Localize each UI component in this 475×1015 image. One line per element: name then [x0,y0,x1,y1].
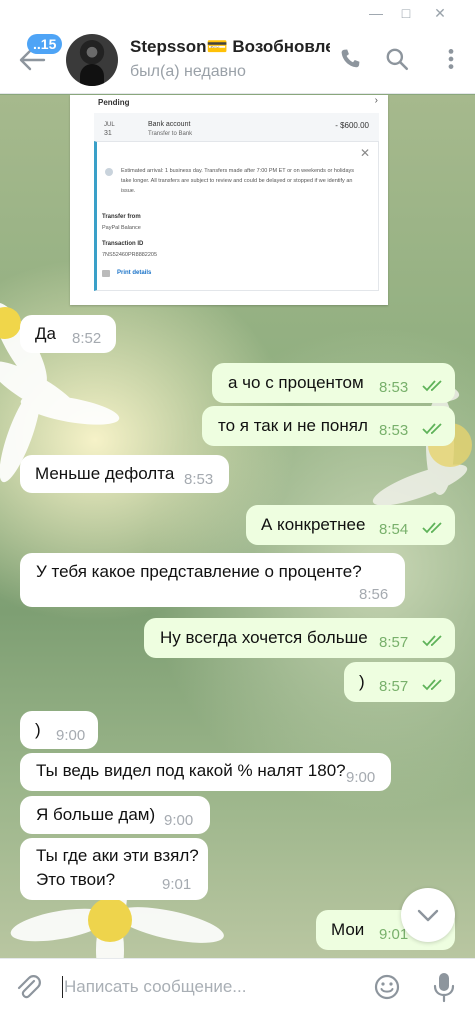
message-time: 8:57 [379,678,409,695]
message-text: то я так и не понял [218,416,368,435]
chevron-right-icon: › [374,95,378,106]
transaction-month: JUL [104,122,115,128]
transfer-type-label: Transfer to Bank [148,131,193,137]
message-text: Меньше дефолта [35,464,175,483]
message-input[interactable] [64,976,354,998]
chat-name[interactable]: Stepsson💳 Возобновлен [130,37,330,57]
message-time: 9:00 [56,727,86,744]
close-icon: ✕ [359,146,370,160]
print-details-link: Print details [117,270,152,276]
message-composer [0,958,475,1015]
arrival-estimate-text: Estimated arrival: 1 business day. Trans… [121,168,355,194]
transaction-day: 31 [104,130,112,137]
message-text: ) [35,720,41,739]
read-checkmarks-icon [422,635,442,647]
message-text: Я больше дам) [36,805,156,824]
message-text: Ты где аки эти взял? [36,846,199,865]
attach-icon[interactable] [14,973,42,1001]
message-time: 9:00 [164,812,194,829]
message-time: 8:53 [184,471,214,488]
chat-status: был(а) недавно [130,63,246,80]
window-titlebar: — □ ✕ [0,0,475,26]
read-checkmarks-icon [422,380,442,392]
printer-icon [102,270,110,277]
transaction-screenshot[interactable]: Pending › JUL 31 Bank account Transfer t… [70,95,388,305]
message-text: А конкретнее [261,515,366,534]
message-text: ) [359,672,365,691]
avatar[interactable] [66,34,118,86]
message-time: 8:56 [359,586,389,603]
scroll-to-bottom-button[interactable] [401,888,455,942]
emoji-icon[interactable] [373,973,401,1001]
message-outgoing[interactable]: Ну всегда хочется больше 8:57 [144,618,455,658]
message-text: Да [35,324,56,343]
message-time: 8:52 [72,330,102,347]
chat-header: ..15 Stepsson💳 Возобновлен был(а) недавн… [0,26,475,94]
status-dot-icon [105,168,113,176]
message-text: Ты ведь видел под какой % налят 180? [36,761,346,780]
message-text: Это твои? [36,870,116,889]
transaction-amount: - $600.00 [335,121,369,130]
message-time: 8:53 [379,379,409,396]
message-time: 9:01 [162,876,192,893]
transfer-from-label: Transfer from [102,214,141,220]
read-checkmarks-icon [422,679,442,691]
read-checkmarks-icon [422,423,442,435]
close-window-button[interactable]: ✕ [430,4,450,22]
message-incoming[interactable]: Ты ведь видел под какой % налят 180? 9:0… [20,753,391,791]
message-text: У тебя какое представление о проценте? [36,562,362,581]
message-text: Ну всегда хочется больше [160,628,368,647]
read-checkmarks-icon [422,522,442,534]
text-cursor [62,976,63,998]
message-time: 8:54 [379,521,409,538]
message-incoming[interactable]: Меньше дефолта 8:53 [20,455,229,493]
bank-transaction-row: JUL 31 Bank account Transfer to Bank - $… [94,113,379,141]
message-time: 8:53 [379,422,409,439]
bank-account-label: Bank account [148,121,191,128]
message-incoming[interactable]: Да 8:52 [20,315,116,353]
maximize-button[interactable]: □ [396,4,416,22]
chat-area[interactable]: Pending › JUL 31 Bank account Transfer t… [0,95,475,958]
message-time: 8:57 [379,634,409,651]
message-outgoing[interactable]: А конкретнее 8:54 [246,505,455,545]
message-time: 9:00 [346,769,376,786]
message-incoming[interactable]: ) 9:00 [20,711,98,749]
search-icon[interactable] [384,46,410,72]
chevron-down-icon [417,909,439,922]
minimize-button[interactable]: — [366,4,386,22]
message-outgoing[interactable]: то я так и не понял 8:53 [202,406,455,446]
phone-icon[interactable] [337,46,363,72]
unread-count-badge: ..15 [27,34,63,54]
pending-label: Pending [98,98,130,107]
transaction-details: ✕ Estimated arrival: 1 business day. Tra… [94,141,379,291]
transfer-from-value: PayPal Balance [102,225,141,231]
message-incoming[interactable]: Ты где аки эти взял? Это твои? 9:01 [20,838,208,900]
mic-icon[interactable] [431,971,457,1003]
more-vertical-icon[interactable] [438,46,464,72]
message-incoming[interactable]: Я больше дам) 9:00 [20,796,210,834]
transaction-id-value: 7NS52460PR8882205 [102,252,158,258]
message-text: а чо с процентом [228,373,364,392]
transaction-id-label: Transaction ID [102,241,144,247]
message-text: Мои [331,920,365,939]
message-outgoing[interactable]: а чо с процентом 8:53 [212,363,455,403]
message-incoming[interactable]: У тебя какое представление о проценте? 8… [20,553,405,607]
message-outgoing[interactable]: ) 8:57 [344,662,455,702]
